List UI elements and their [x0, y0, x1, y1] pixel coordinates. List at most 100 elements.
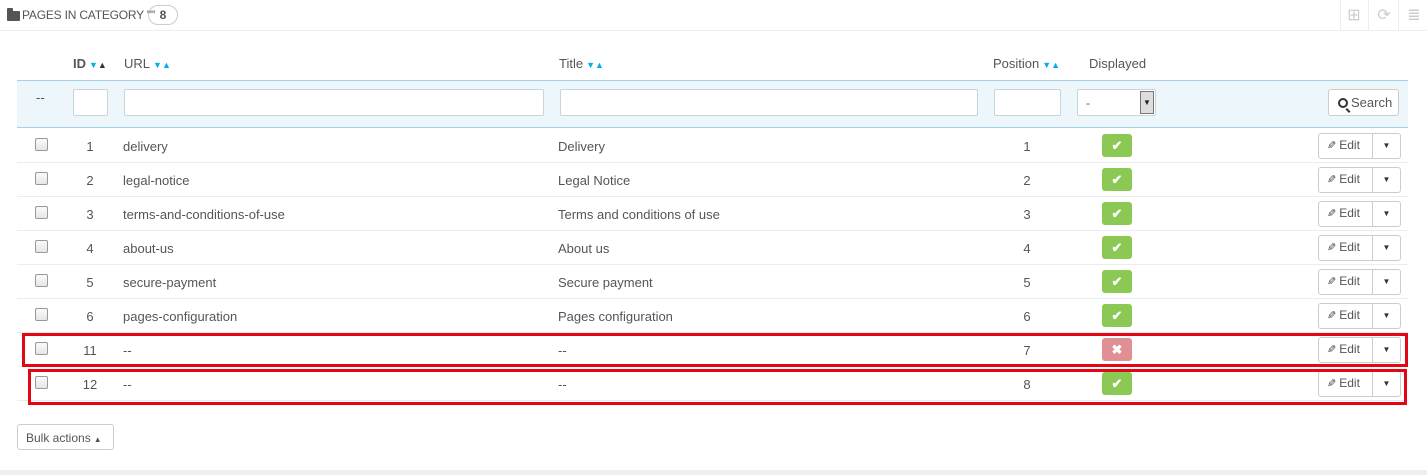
sort-desc-icon[interactable]: ▼	[89, 60, 98, 70]
check-icon[interactable]: ✔	[1102, 236, 1132, 259]
cell-position: 6	[1023, 309, 1031, 324]
edit-button[interactable]: ✎ Edit	[1319, 134, 1373, 158]
row-checkbox[interactable]	[35, 308, 48, 321]
check-icon[interactable]: ✔	[1102, 134, 1132, 157]
caret-down-icon[interactable]: ▼	[1373, 236, 1400, 260]
cell-title: Pages configuration	[558, 309, 673, 324]
toolbar-divider	[1398, 0, 1399, 31]
row-checkbox[interactable]	[35, 274, 48, 287]
cell-id: 2	[86, 173, 94, 188]
cell-title: Terms and conditions of use	[558, 207, 720, 222]
row-checkbox[interactable]	[35, 172, 48, 185]
sort-controls-url[interactable]: ▼▲	[153, 60, 171, 70]
highlight-box	[22, 333, 1408, 367]
caret-down-icon[interactable]: ▼	[1373, 202, 1400, 226]
toolbar-divider	[1340, 0, 1341, 31]
caret-down-icon[interactable]: ▼	[1373, 168, 1400, 192]
check-icon[interactable]: ✔	[1102, 270, 1132, 293]
toolbar-divider	[1368, 0, 1369, 31]
pencil-icon: ✎	[1327, 174, 1337, 186]
sort-controls-position[interactable]: ▼▲	[1042, 60, 1060, 70]
row-checkbox[interactable]	[35, 206, 48, 219]
refresh-icon[interactable]: ⟳	[1375, 7, 1393, 25]
table-row: 5 secure-payment Secure payment 5 ✔ ✎ Edit ▼	[17, 265, 1408, 299]
cell-id: 5	[86, 275, 94, 290]
cell-url: delivery	[123, 139, 168, 154]
check-icon[interactable]: ✔	[1102, 202, 1132, 225]
highlight-box	[28, 369, 1407, 405]
cell-position: 4	[1023, 241, 1031, 256]
row-actions: ✎ Edit ▼	[1318, 303, 1401, 329]
sort-asc-icon[interactable]: ▲	[595, 60, 604, 70]
cell-position: 3	[1023, 207, 1031, 222]
pencil-icon: ✎	[1327, 242, 1337, 254]
cell-url: secure-payment	[123, 275, 217, 290]
filter-displayed-select[interactable]: - ▼	[1077, 89, 1156, 116]
cell-id: 3	[86, 207, 94, 222]
table-row: 2 legal-notice Legal Notice 2 ✔ ✎ Edit ▼	[17, 163, 1408, 197]
check-icon[interactable]: ✔	[1102, 304, 1132, 327]
edit-button[interactable]: ✎ Edit	[1319, 270, 1373, 294]
edit-button[interactable]: ✎ Edit	[1319, 304, 1373, 328]
edit-button[interactable]: ✎ Edit	[1319, 236, 1373, 260]
table-row: 6 pages-configuration Pages configuration 6…	[17, 299, 1408, 333]
cell-position: 1	[1023, 139, 1031, 154]
column-label-position: Position	[993, 56, 1040, 71]
sort-controls-id[interactable]: ▼▲	[89, 60, 107, 70]
sort-asc-icon[interactable]: ▲	[1051, 60, 1060, 70]
cell-id: 6	[86, 309, 94, 324]
sort-desc-icon[interactable]: ▼	[153, 60, 162, 70]
table-row: 4 about-us About us 4 ✔ ✎ Edit ▼	[17, 231, 1408, 265]
panel-heading: PAGES IN CATEGORY "" 8 ⊞ ⟳ ≣	[0, 0, 1427, 31]
sort-asc-icon[interactable]: ▲	[162, 60, 171, 70]
edit-button-label: Edit	[1339, 308, 1360, 322]
bulk-actions-button[interactable]: Bulk actions ▲	[17, 424, 114, 450]
plus-square-icon[interactable]: ⊞	[1345, 7, 1363, 25]
row-checkbox[interactable]	[35, 240, 48, 253]
sort-controls-title[interactable]: ▼▲	[586, 60, 604, 70]
filter-id-input[interactable]	[73, 89, 108, 116]
sort-desc-icon[interactable]: ▼	[1042, 60, 1051, 70]
edit-button-label: Edit	[1339, 138, 1360, 152]
pencil-icon: ✎	[1327, 276, 1337, 288]
column-header-position: Position ▼▲	[993, 56, 1060, 71]
edit-button[interactable]: ✎ Edit	[1319, 168, 1373, 192]
cell-url: pages-configuration	[123, 309, 238, 324]
search-button[interactable]: Search	[1328, 89, 1399, 116]
column-header-url: URL ▼▲	[124, 56, 171, 71]
database-icon[interactable]: ≣	[1405, 7, 1423, 25]
sort-asc-icon[interactable]: ▲	[98, 60, 107, 70]
filter-position-input[interactable]	[994, 89, 1061, 116]
row-checkbox[interactable]	[35, 138, 48, 151]
caret-down-icon[interactable]: ▼	[1373, 270, 1400, 294]
chevron-down-icon[interactable]: ▼	[1140, 91, 1154, 114]
search-button-label: Search	[1351, 95, 1393, 110]
cell-title: Delivery	[558, 139, 605, 154]
pencil-icon: ✎	[1327, 208, 1337, 220]
cell-url: about-us	[123, 241, 174, 256]
filter-url-input[interactable]	[124, 89, 544, 116]
pencil-icon: ✎	[1327, 140, 1337, 152]
table-row: 1 delivery Delivery 1 ✔ ✎ Edit ▼	[17, 129, 1408, 163]
filter-title-input[interactable]	[560, 89, 978, 116]
folder-icon	[7, 8, 20, 21]
sort-desc-icon[interactable]: ▼	[586, 60, 595, 70]
edit-button-label: Edit	[1339, 274, 1360, 288]
cell-id: 4	[86, 241, 94, 256]
edit-button[interactable]: ✎ Edit	[1319, 202, 1373, 226]
column-label-displayed: Displayed	[1089, 56, 1147, 71]
bulk-actions-label: Bulk actions	[26, 431, 91, 445]
column-header-id: ID ▼▲	[73, 56, 107, 71]
row-actions: ✎ Edit ▼	[1318, 235, 1401, 261]
cell-id: 1	[86, 139, 94, 154]
cell-position: 2	[1023, 173, 1031, 188]
cell-title: Secure payment	[558, 275, 653, 290]
edit-button-label: Edit	[1339, 240, 1360, 254]
caret-down-icon[interactable]: ▼	[1373, 304, 1400, 328]
column-header-title: Title ▼▲	[559, 56, 604, 71]
check-icon[interactable]: ✔	[1102, 168, 1132, 191]
column-label-title: Title	[559, 56, 584, 71]
caret-down-icon[interactable]: ▼	[1373, 134, 1400, 158]
search-icon	[1338, 98, 1348, 108]
caret-up-icon: ▲	[93, 435, 102, 444]
